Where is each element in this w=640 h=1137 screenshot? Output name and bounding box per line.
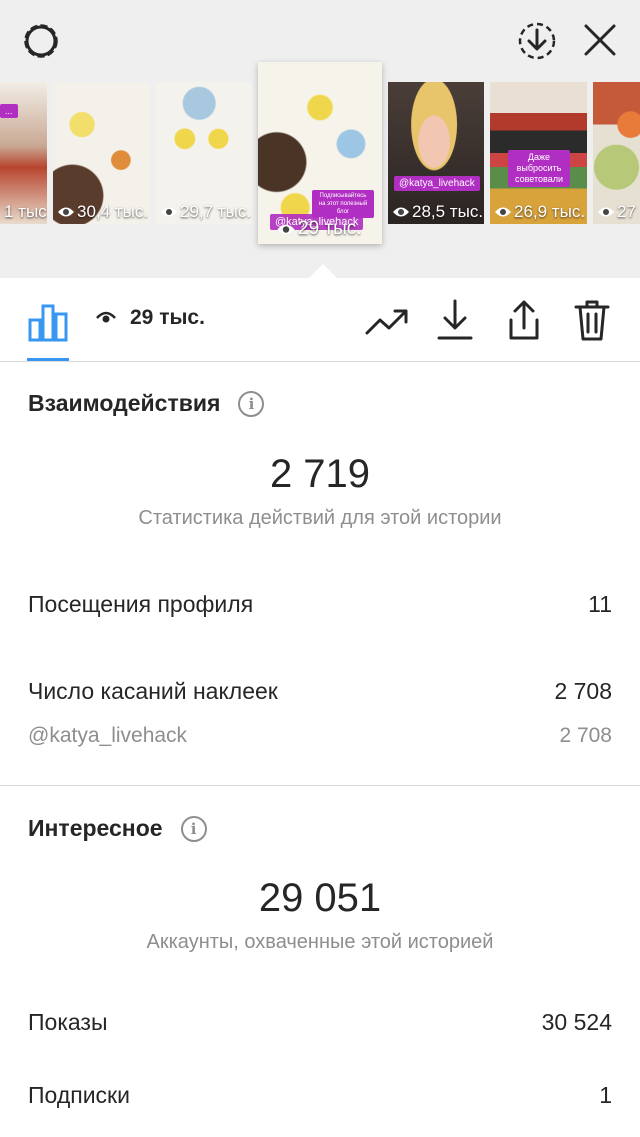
eye-icon	[495, 207, 511, 217]
story-thumbnail[interactable]: 27	[593, 82, 640, 224]
eye-icon	[161, 207, 177, 217]
eye-icon	[96, 311, 116, 323]
settings-icon[interactable]	[18, 18, 64, 64]
trending-icon[interactable]	[364, 300, 410, 344]
story-tag: ...	[0, 104, 18, 118]
discovery-total: 29 051	[258, 876, 382, 920]
stat-value: 11	[588, 591, 612, 617]
story-thumbnail[interactable]: 29,7 тыс.	[156, 82, 252, 224]
stat-value: 2 708	[554, 678, 612, 704]
stats-toolbar: 29 тыс.	[0, 278, 640, 362]
story-thumbnail-selected[interactable]: Подписывайтесь на этот полезный блог @ka…	[258, 62, 382, 244]
stat-label: Число касаний наклеек	[28, 678, 278, 704]
stat-row-sticker-taps[interactable]: Число касаний наклеек 2 708	[28, 678, 612, 705]
story-tag: @katya_livehack	[394, 176, 480, 191]
story-thumbnail[interactable]: @katya_livehack 28,5 тыс.	[388, 82, 484, 224]
interactions-title: Взаимодействия i	[28, 390, 265, 417]
interactions-total: 2 719	[269, 452, 371, 496]
bar-chart-icon[interactable]	[26, 300, 70, 344]
story-views: 29,7 тыс.	[160, 202, 251, 222]
active-tab-indicator	[27, 358, 69, 361]
eye-icon	[58, 207, 74, 217]
story-strip: ... 1 тыс. 30,4 тыс. 29,7 тыс. Подписыва…	[0, 0, 640, 278]
stat-value: 30 524	[541, 1009, 612, 1035]
section-title-text: Взаимодействия	[28, 390, 221, 416]
save-download-icon[interactable]	[514, 18, 560, 64]
info-icon[interactable]: i	[238, 390, 265, 417]
story-thumbnail[interactable]: Даже выбросить советовали 26,9 тыс.	[490, 82, 587, 224]
stat-value: 2 708	[559, 724, 612, 747]
stat-label: @katya_livehack	[28, 724, 188, 747]
share-icon[interactable]	[502, 296, 546, 344]
discovery-caption: Аккаунты, охваченные этой историей	[146, 931, 494, 953]
eye-icon	[277, 224, 295, 234]
story-views: 29 тыс.	[276, 218, 362, 240]
download-icon[interactable]	[434, 296, 476, 344]
eye-icon	[393, 207, 409, 217]
story-views: 1 тыс.	[4, 202, 47, 221]
stat-label: Подписки	[28, 1082, 130, 1108]
stat-row-mention[interactable]: @katya_livehack 2 708	[28, 724, 612, 748]
story-views: 26,9 тыс.	[494, 202, 585, 222]
stat-row-follows[interactable]: Подписки 1	[28, 1082, 612, 1109]
section-divider	[0, 785, 640, 786]
stat-label: Посещения профиля	[28, 591, 254, 617]
story-views: 28,5 тыс.	[392, 202, 483, 222]
selected-pointer	[309, 264, 337, 278]
interactions-caption: Статистика действий для этой истории	[138, 507, 502, 529]
close-icon[interactable]	[578, 18, 622, 62]
stat-value: 1	[599, 1082, 612, 1108]
stat-row-impressions[interactable]: Показы 30 524	[28, 1009, 612, 1036]
stat-row-profile-visits[interactable]: Посещения профиля 11	[28, 591, 612, 618]
discovery-title: Интересное i	[28, 815, 207, 842]
story-thumbnail[interactable]: ... 1 тыс.	[0, 82, 47, 224]
eye-icon	[598, 207, 614, 217]
story-thumbnail[interactable]: 30,4 тыс.	[53, 82, 150, 224]
story-views: 30,4 тыс.	[57, 202, 148, 222]
info-icon[interactable]: i	[180, 815, 207, 842]
section-title-text: Интересное	[28, 815, 163, 841]
trash-icon[interactable]	[570, 296, 614, 344]
views-count: 29 тыс.	[96, 306, 205, 330]
stat-label: Показы	[28, 1009, 108, 1035]
story-caption: Даже выбросить советовали	[508, 150, 570, 187]
story-views: 27	[597, 202, 636, 222]
